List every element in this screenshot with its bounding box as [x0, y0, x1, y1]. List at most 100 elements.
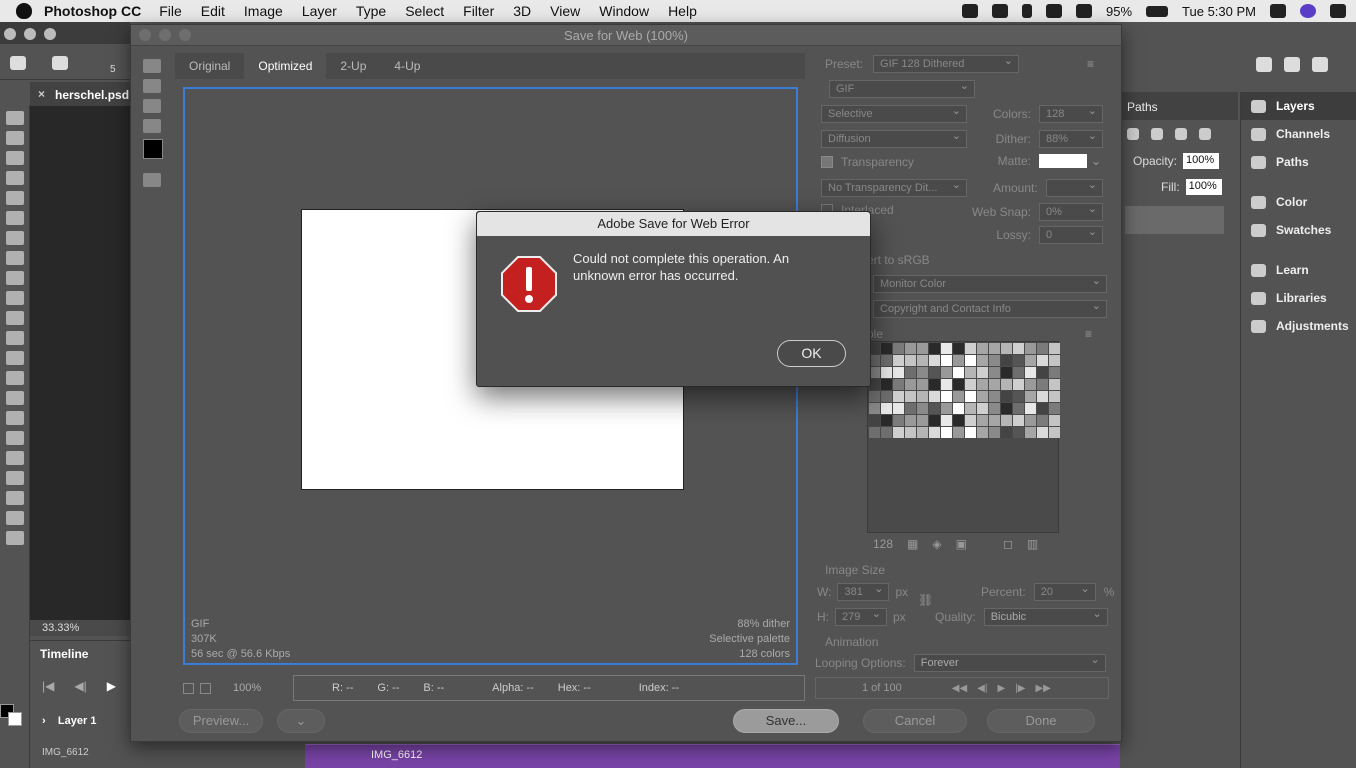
marquee-tool-icon[interactable]: [6, 131, 24, 145]
smart-filter-icon[interactable]: [1199, 128, 1211, 140]
color-table-swatch[interactable]: [929, 343, 940, 354]
color-table-swatch[interactable]: [1013, 427, 1024, 438]
move-tool-icon[interactable]: [6, 111, 24, 125]
color-table-swatch[interactable]: [1037, 427, 1048, 438]
color-table-swatch[interactable]: [941, 379, 952, 390]
more-tools-icon[interactable]: [6, 531, 24, 545]
color-table-swatch[interactable]: [989, 427, 1000, 438]
color-table-swatch[interactable]: [1049, 355, 1060, 366]
color-table-swatch[interactable]: [1037, 367, 1048, 378]
color-table-swatch[interactable]: [881, 391, 892, 402]
color-table-swatch[interactable]: [989, 415, 1000, 426]
color-table-swatch[interactable]: [881, 355, 892, 366]
color-table[interactable]: [867, 341, 1060, 533]
color-table-swatch[interactable]: [1037, 343, 1048, 354]
color-table-swatch[interactable]: [869, 403, 880, 414]
lossy-field[interactable]: 0: [1039, 224, 1103, 244]
color-table-swatch[interactable]: [953, 343, 964, 354]
first-frame-button[interactable]: ◀◀: [952, 683, 967, 694]
color-table-swatch[interactable]: [953, 379, 964, 390]
color-table-swatch[interactable]: [1013, 367, 1024, 378]
height-field[interactable]: 279: [835, 606, 887, 626]
quality-select[interactable]: Bicubic: [983, 606, 1108, 626]
color-table-swatch[interactable]: [1049, 367, 1060, 378]
color-table-swatch[interactable]: [1025, 379, 1036, 390]
battery-icon[interactable]: [1146, 5, 1169, 17]
eyedropper-tool-icon[interactable]: [6, 231, 24, 245]
toggle-slices-icon[interactable]: [143, 173, 161, 187]
hand-tool-icon[interactable]: [143, 59, 161, 73]
zoom-in-icon[interactable]: [200, 682, 211, 694]
eyedropper-tool-icon[interactable]: [143, 119, 161, 133]
sfw-close-button[interactable]: [139, 29, 151, 41]
tab-original[interactable]: Original: [175, 53, 244, 79]
color-table-swatch[interactable]: [881, 403, 892, 414]
menu-help[interactable]: Help: [668, 3, 697, 19]
amount-field[interactable]: [1045, 177, 1103, 197]
spotlight-icon[interactable]: [1270, 4, 1286, 18]
color-table-swatch[interactable]: [977, 379, 988, 390]
color-table-swatch[interactable]: [893, 367, 904, 378]
color-table-swatch[interactable]: [1025, 427, 1036, 438]
color-table-swatch[interactable]: [1049, 379, 1060, 390]
menu-window[interactable]: Window: [599, 3, 649, 19]
color-table-swatch[interactable]: [1049, 427, 1060, 438]
menu-file[interactable]: File: [159, 3, 182, 19]
apple-icon[interactable]: [16, 3, 32, 19]
slice-select-tool-icon[interactable]: [143, 79, 161, 93]
panel-libraries[interactable]: Libraries: [1241, 284, 1356, 312]
expand-icon[interactable]: ›: [42, 715, 46, 727]
info-download-time[interactable]: 56 sec @ 56.6 Kbps: [191, 647, 290, 662]
color-table-swatch[interactable]: [881, 367, 892, 378]
color-table-swatch[interactable]: [893, 427, 904, 438]
color-table-swatch[interactable]: [917, 403, 928, 414]
color-table-swatch[interactable]: [965, 391, 976, 402]
color-table-swatch[interactable]: [989, 367, 1000, 378]
zoom-field[interactable]: 33.33%: [30, 620, 130, 636]
airplay-icon[interactable]: [1076, 4, 1093, 18]
color-table-swatch[interactable]: [881, 415, 892, 426]
close-window-button[interactable]: [4, 28, 16, 40]
lasso-tool-icon[interactable]: [6, 151, 24, 165]
color-table-swatch[interactable]: [965, 355, 976, 366]
color-table-swatch[interactable]: [869, 415, 880, 426]
menu-3d[interactable]: 3D: [513, 3, 531, 19]
type-filter-icon[interactable]: [1151, 128, 1163, 140]
color-table-swatch[interactable]: [953, 355, 964, 366]
color-table-swatch[interactable]: [1013, 415, 1024, 426]
color-table-swatch[interactable]: [953, 391, 964, 402]
color-table-swatch[interactable]: [917, 427, 928, 438]
color-table-swatch[interactable]: [941, 343, 952, 354]
color-table-swatch[interactable]: [893, 403, 904, 414]
zoom-tool-icon[interactable]: [6, 511, 24, 525]
color-table-swatch[interactable]: [881, 379, 892, 390]
menu-image[interactable]: Image: [244, 3, 283, 19]
dodge-tool-icon[interactable]: [6, 391, 24, 405]
last-frame-button[interactable]: ▶▶: [1035, 683, 1050, 694]
menu-layer[interactable]: Layer: [302, 3, 337, 19]
shape-tool-icon[interactable]: [6, 471, 24, 485]
color-table-swatch[interactable]: [965, 415, 976, 426]
color-table-swatch[interactable]: [989, 391, 1000, 402]
pixel-filter-icon[interactable]: [1127, 128, 1139, 140]
color-table-swatch[interactable]: [881, 343, 892, 354]
color-table-swatch[interactable]: [905, 343, 916, 354]
brush-preset-icon[interactable]: [52, 56, 68, 70]
selected-layer-row[interactable]: [1125, 206, 1224, 234]
menu-select[interactable]: Select: [405, 3, 444, 19]
color-table-swatch[interactable]: [1001, 415, 1012, 426]
panel-adjustments[interactable]: Adjustments: [1241, 312, 1356, 340]
color-table-swatch[interactable]: [1025, 415, 1036, 426]
color-table-swatch[interactable]: [953, 415, 964, 426]
timeline-layer-1[interactable]: Layer 1: [58, 715, 97, 727]
color-table-swatch[interactable]: [953, 427, 964, 438]
format-select[interactable]: GIF: [829, 78, 975, 98]
panel-paths[interactable]: Paths: [1241, 148, 1356, 176]
first-frame-icon[interactable]: |◀: [42, 679, 54, 693]
panel-color[interactable]: Color: [1241, 188, 1356, 216]
transparency-checkbox[interactable]: [821, 156, 833, 168]
color-table-swatch[interactable]: [1025, 391, 1036, 402]
color-table-swatch[interactable]: [893, 355, 904, 366]
color-table-swatch[interactable]: [1013, 391, 1024, 402]
color-table-swatch[interactable]: [1049, 391, 1060, 402]
